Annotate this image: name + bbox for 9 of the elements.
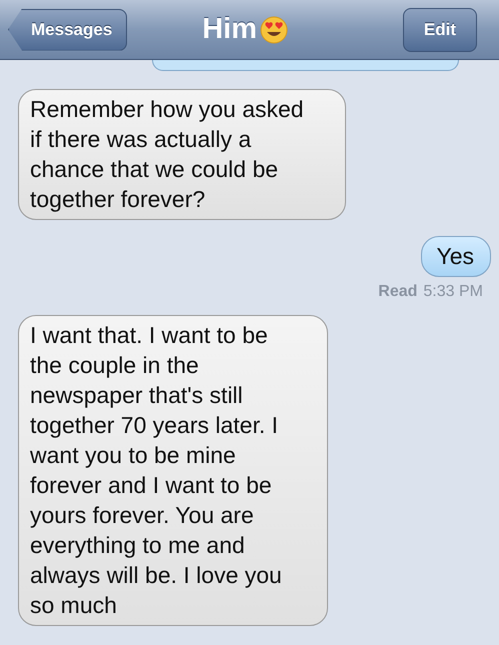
- heart-eyes-emoji-icon: [260, 16, 288, 44]
- read-label: Read: [378, 283, 418, 301]
- conversation-title: Him: [202, 13, 258, 46]
- back-button[interactable]: Messages: [8, 8, 128, 50]
- message-bubble: Remember how you asked if there was actually a chance that we could be together forever?: [18, 89, 346, 220]
- message-bubble: I want that. I want to be the couple in the newspaper that's still together 70 years later. I want you to be mine forever and I want to be yours forever. You are everything to me and always will be. I love you so much: [18, 315, 328, 626]
- edit-button[interactable]: Edit: [402, 8, 477, 52]
- read-time: 5:33 PM: [423, 283, 483, 301]
- message-bubble: Yes: [421, 236, 491, 277]
